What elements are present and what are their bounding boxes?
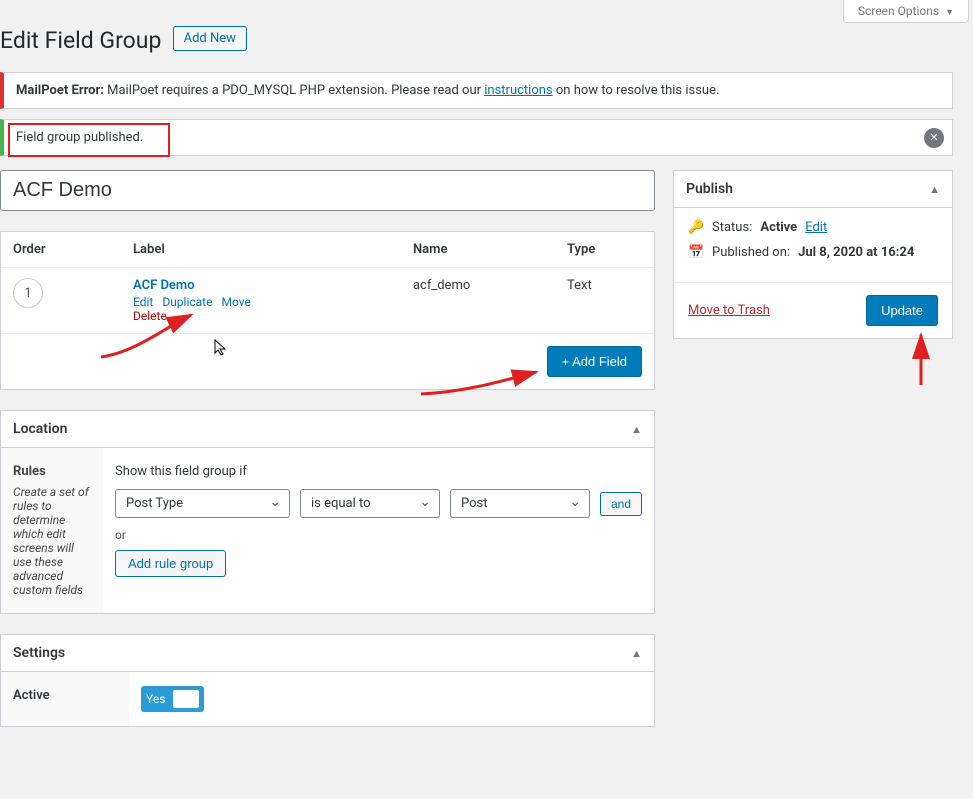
collapse-icon: ▲ [929, 183, 940, 196]
and-button[interactable]: and [600, 492, 642, 516]
settings-title: Settings [13, 645, 65, 661]
row-action-edit[interactable]: Edit [133, 295, 153, 309]
update-button[interactable]: Update [866, 295, 938, 326]
fields-table: Order Label Name Type 1 ACF Demo [1, 232, 654, 334]
field-label-cell: ACF Demo Edit Duplicate Move Delete [121, 268, 401, 334]
publish-status-key: Status: [712, 220, 752, 235]
publish-date-row: 📅 Published on: Jul 8, 2020 at 16:24 [688, 245, 938, 260]
page-title: Edit Field Group [0, 23, 161, 62]
active-toggle[interactable]: Yes [141, 686, 204, 712]
published-on-date: Jul 8, 2020 at 16:24 [798, 245, 914, 260]
field-group-title-input[interactable] [0, 170, 655, 211]
row-action-duplicate[interactable]: Duplicate [162, 295, 212, 309]
mailpoet-error-text1: MailPoet requires a PDO_MYSQL PHP extens… [104, 83, 484, 98]
publish-postbox: Publish ▲ 🔑 Status: Active Edit 📅 Publis… [673, 170, 953, 339]
field-label[interactable]: ACF Demo [133, 278, 195, 293]
rule-param-select[interactable]: Post Type [115, 489, 290, 518]
published-notice-text: Field group published. [16, 130, 143, 145]
add-field-button[interactable]: + Add Field [547, 346, 642, 377]
collapse-icon: ▲ [631, 647, 642, 660]
rule-value-select[interactable]: Post [450, 489, 590, 518]
published-on-label: Published on: [712, 245, 790, 260]
field-row-actions: Edit Duplicate Move Delete [133, 295, 389, 323]
settings-postbox-header[interactable]: Settings ▲ [1, 635, 654, 672]
active-toggle-label: Yes [146, 692, 165, 706]
publish-title: Publish [686, 181, 733, 197]
location-postbox-header[interactable]: Location ▲ [1, 411, 654, 448]
collapse-icon: ▲ [631, 423, 642, 436]
publish-status-value: Active [760, 220, 797, 235]
publish-postbox-header[interactable]: Publish ▲ [674, 171, 952, 208]
row-action-move[interactable]: Move [221, 295, 250, 309]
location-show-text: Show this field group if [115, 464, 642, 479]
location-rules-sidebar: Rules Create a set of rules to determine… [1, 448, 103, 613]
th-order: Order [1, 232, 121, 268]
location-rules-heading: Rules [13, 464, 91, 479]
dismiss-notice-button[interactable]: ✕ [924, 128, 944, 148]
move-to-trash-link[interactable]: Move to Trash [688, 303, 770, 318]
mailpoet-error-text2: on how to resolve this issue. [553, 83, 720, 98]
mailpoet-instructions-link[interactable]: instructions [484, 83, 552, 98]
field-row[interactable]: 1 ACF Demo Edit Duplicate Move Delete [1, 268, 654, 334]
field-order-cell: 1 [1, 268, 121, 334]
add-rule-group-button[interactable]: Add rule group [115, 550, 226, 577]
published-notice: Field group published. ✕ [0, 119, 953, 156]
chevron-down-icon: ▼ [945, 8, 954, 18]
screen-options-label: Screen Options [858, 4, 939, 18]
location-title: Location [13, 421, 67, 437]
th-type: Type [555, 232, 654, 268]
or-label: or [115, 528, 642, 542]
fields-postbox: Order Label Name Type 1 ACF Demo [0, 231, 655, 390]
close-icon: ✕ [929, 131, 938, 144]
location-rule-row: Post Type is equal to Post and [115, 489, 642, 518]
mailpoet-error-notice: MailPoet Error: MailPoet requires a PDO_… [0, 72, 953, 109]
settings-postbox: Settings ▲ Active Yes [0, 634, 655, 727]
settings-active-label: Active [1, 672, 129, 726]
key-icon: 🔑 [688, 220, 704, 235]
edit-status-link[interactable]: Edit [805, 220, 827, 235]
mailpoet-error-prefix: MailPoet Error: [16, 83, 104, 98]
location-postbox: Location ▲ Rules Create a set of rules t… [0, 410, 655, 614]
screen-options-tab[interactable]: Screen Options ▼ [843, 0, 969, 23]
add-new-button[interactable]: Add New [173, 26, 247, 51]
th-label: Label [121, 232, 401, 268]
calendar-icon: 📅 [688, 245, 704, 260]
toggle-knob [173, 690, 199, 708]
row-action-delete[interactable]: Delete [133, 309, 167, 323]
field-name-cell: acf_demo [401, 268, 555, 334]
location-rules-desc: Create a set of rules to determine which… [13, 485, 89, 597]
annotation-arrow-update [903, 330, 943, 390]
field-type-cell: Text [555, 268, 654, 334]
field-order-pill[interactable]: 1 [13, 278, 43, 308]
publish-status-row: 🔑 Status: Active Edit [688, 220, 938, 235]
rule-operator-select[interactable]: is equal to [300, 489, 440, 518]
th-name: Name [401, 232, 555, 268]
